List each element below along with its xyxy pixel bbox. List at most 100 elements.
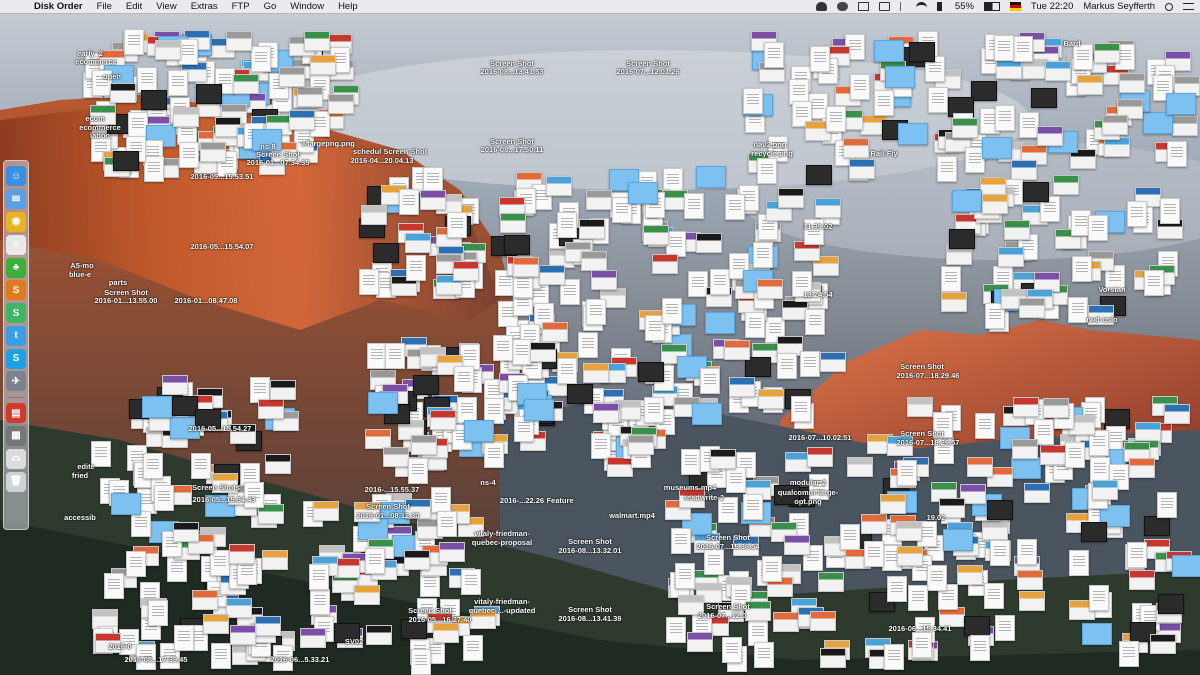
file-label[interactable]: nav2.png bbox=[754, 141, 787, 149]
file-label[interactable]: 2016-06...15.34.41 bbox=[889, 625, 952, 633]
cloud-icon[interactable] bbox=[836, 2, 848, 11]
file-label[interactable]: Screen Shot bbox=[900, 363, 944, 371]
file-label[interactable]: Screen Shot bbox=[706, 534, 750, 542]
file-label[interactable]: A5-mo bbox=[70, 262, 93, 270]
file-label[interactable]: museums.mp4 bbox=[664, 484, 717, 492]
file-label[interactable]: qualcomm-large- bbox=[778, 489, 838, 497]
file-label[interactable]: Screen Shot bbox=[568, 538, 612, 546]
file-label[interactable]: ecommerce bbox=[75, 58, 117, 66]
file-label[interactable]: walmart.mp4 bbox=[609, 512, 655, 520]
file-label[interactable]: SV02 bbox=[345, 638, 363, 646]
file-label[interactable]: 2016-08...17.39.45 bbox=[125, 656, 188, 664]
file-label[interactable]: recycle.png bbox=[751, 150, 793, 158]
hat-icon[interactable] bbox=[815, 2, 827, 11]
file-label[interactable]: modular-2 bbox=[790, 479, 826, 487]
file-label[interactable]: 2016-01...08.47.08 bbox=[175, 297, 238, 305]
trash-icon[interactable]: 🗑 bbox=[6, 471, 26, 492]
file-label[interactable]: 2016-...22.26 bbox=[500, 497, 544, 505]
file-label[interactable]: Screen Shot bbox=[900, 430, 944, 438]
menu-go[interactable]: Go bbox=[264, 1, 277, 12]
file-label[interactable]: 2016-08...13.41.53 bbox=[481, 68, 544, 76]
file-label[interactable]: 2016-05...16.27.40 bbox=[409, 616, 472, 624]
launchpad-icon[interactable]: ✈ bbox=[6, 371, 26, 392]
user-name[interactable]: Markus Seyfferth bbox=[1083, 1, 1155, 12]
battery-icon[interactable] bbox=[983, 2, 1000, 11]
bluetooth-icon[interactable] bbox=[899, 2, 906, 11]
volume-icon[interactable] bbox=[936, 2, 945, 11]
file-label[interactable]: ecom bbox=[85, 115, 105, 123]
drive-icon[interactable] bbox=[857, 2, 869, 11]
file-label[interactable]: Rail-Fly bbox=[870, 150, 897, 158]
skype-icon[interactable]: S bbox=[6, 348, 26, 369]
menu-window[interactable]: Window bbox=[290, 1, 324, 12]
file-label[interactable]: 13.24.54 bbox=[803, 291, 832, 299]
file-label[interactable]: opt.png bbox=[794, 498, 822, 506]
file-label[interactable]: 2016-0 bbox=[108, 643, 131, 651]
spotlight-search-icon[interactable] bbox=[1165, 2, 1173, 11]
menu-ftp[interactable]: FTP bbox=[232, 1, 250, 12]
file-label[interactable]: rwd-oslo bbox=[1086, 316, 1117, 324]
file-label[interactable]: vitaly-friedman- bbox=[474, 598, 530, 606]
file-label[interactable]: 2016-08...17.50.11 bbox=[481, 146, 544, 154]
file-label[interactable]: 2016-07...18.29.46 bbox=[897, 372, 960, 380]
archive-icon[interactable]: ▤ bbox=[6, 403, 26, 424]
sublime-icon[interactable]: S bbox=[6, 280, 26, 301]
file-label[interactable]: 2016-01...08.12.30 bbox=[357, 512, 420, 520]
file-label[interactable]: edite bbox=[77, 463, 95, 471]
airplay-icon[interactable] bbox=[878, 2, 890, 11]
file-label[interactable]: 2016-05...15.54.07 bbox=[191, 243, 254, 251]
mail-icon[interactable]: ✉ bbox=[6, 189, 26, 210]
file-label[interactable]: 2016-07...18.29.57 bbox=[897, 439, 960, 447]
file-label[interactable]: ns-4 bbox=[480, 479, 495, 487]
notification-center-icon[interactable] bbox=[1183, 3, 1194, 10]
calculator-icon[interactable]: ▦ bbox=[6, 425, 26, 446]
file-label[interactable]: 2016-07...15.36.54 bbox=[697, 543, 760, 551]
file-label[interactable]: 2016-01...13.55.00 bbox=[95, 297, 158, 305]
file-label[interactable]: 19.02 bbox=[927, 514, 946, 522]
file-label[interactable]: schedul Screen Shot bbox=[353, 148, 427, 156]
file-label[interactable]: Vorstan bbox=[1098, 286, 1125, 294]
file-label[interactable]: 2016-07...12.01.26 bbox=[617, 68, 680, 76]
chrome-icon[interactable]: ◉ bbox=[6, 211, 26, 232]
battery-percent[interactable]: 55% bbox=[955, 1, 974, 12]
textwrangler-icon[interactable]: ≡ bbox=[6, 234, 26, 255]
file-label[interactable]: 2016-06...5.33.21 bbox=[271, 656, 330, 664]
file-label[interactable]: Screen Shot bbox=[408, 607, 452, 615]
file-label[interactable]: fried bbox=[72, 472, 88, 480]
input-source-flag-icon[interactable] bbox=[1009, 2, 1021, 11]
clock[interactable]: Tue 22:20 bbox=[1031, 1, 1073, 12]
drive-icon[interactable]: ▭ bbox=[6, 448, 26, 469]
file-label[interactable]: quebec-proposal bbox=[472, 539, 532, 547]
file-label[interactable]: 2016-08...13.32.01 bbox=[559, 547, 622, 555]
file-label[interactable]: 2016-07...12.0 bbox=[698, 612, 746, 620]
file-label[interactable]: vitaly-friedman- bbox=[474, 530, 530, 538]
file-label[interactable]: parts bbox=[109, 279, 127, 287]
file-label[interactable]: quebec-...-updated bbox=[469, 607, 536, 615]
menu-help[interactable]: Help bbox=[338, 1, 358, 12]
file-label[interactable]: Screen Shot bbox=[568, 606, 612, 614]
file-label[interactable]: 2016-05...15.54.43 bbox=[193, 496, 256, 504]
file-label[interactable]: laboo bbox=[90, 132, 110, 140]
file-label[interactable]: Screen Shot bbox=[706, 603, 750, 611]
file-label[interactable]: wfargepng.png bbox=[301, 140, 355, 148]
file-label[interactable]: 2016-05...15.53.51 bbox=[191, 173, 254, 181]
app-menu-disk-order[interactable]: Disk Order bbox=[34, 1, 83, 12]
skype-green-icon[interactable]: S bbox=[6, 303, 26, 324]
file-label[interactable]: 2016-...15.55.37 bbox=[365, 486, 420, 494]
wifi-icon[interactable] bbox=[915, 2, 927, 11]
file-label[interactable]: 2016-05...15.54.27 bbox=[189, 425, 252, 433]
file-label[interactable]: readwrite-2 bbox=[684, 494, 724, 502]
file-label[interactable]: Screen Shots bbox=[192, 484, 240, 492]
menu-file[interactable]: File bbox=[97, 1, 112, 12]
file-label[interactable]: Bard bbox=[1063, 40, 1080, 48]
menu-edit[interactable]: Edit bbox=[126, 1, 142, 12]
file-label[interactable]: Screen Shot bbox=[366, 503, 410, 511]
evernote-icon[interactable]: ♣ bbox=[6, 257, 26, 278]
file-label[interactable]: 2016-07...10.02.51 bbox=[789, 434, 852, 442]
file-label[interactable]: open bbox=[103, 73, 121, 81]
file-label[interactable]: 11.39.02 bbox=[804, 223, 833, 231]
file-label[interactable]: 2016-01...07.34.35 bbox=[247, 159, 310, 167]
menu-view[interactable]: View bbox=[156, 1, 176, 12]
file-label[interactable]: 2016-08...13.41.39 bbox=[559, 615, 622, 623]
finder-icon[interactable]: ☺ bbox=[6, 166, 26, 187]
